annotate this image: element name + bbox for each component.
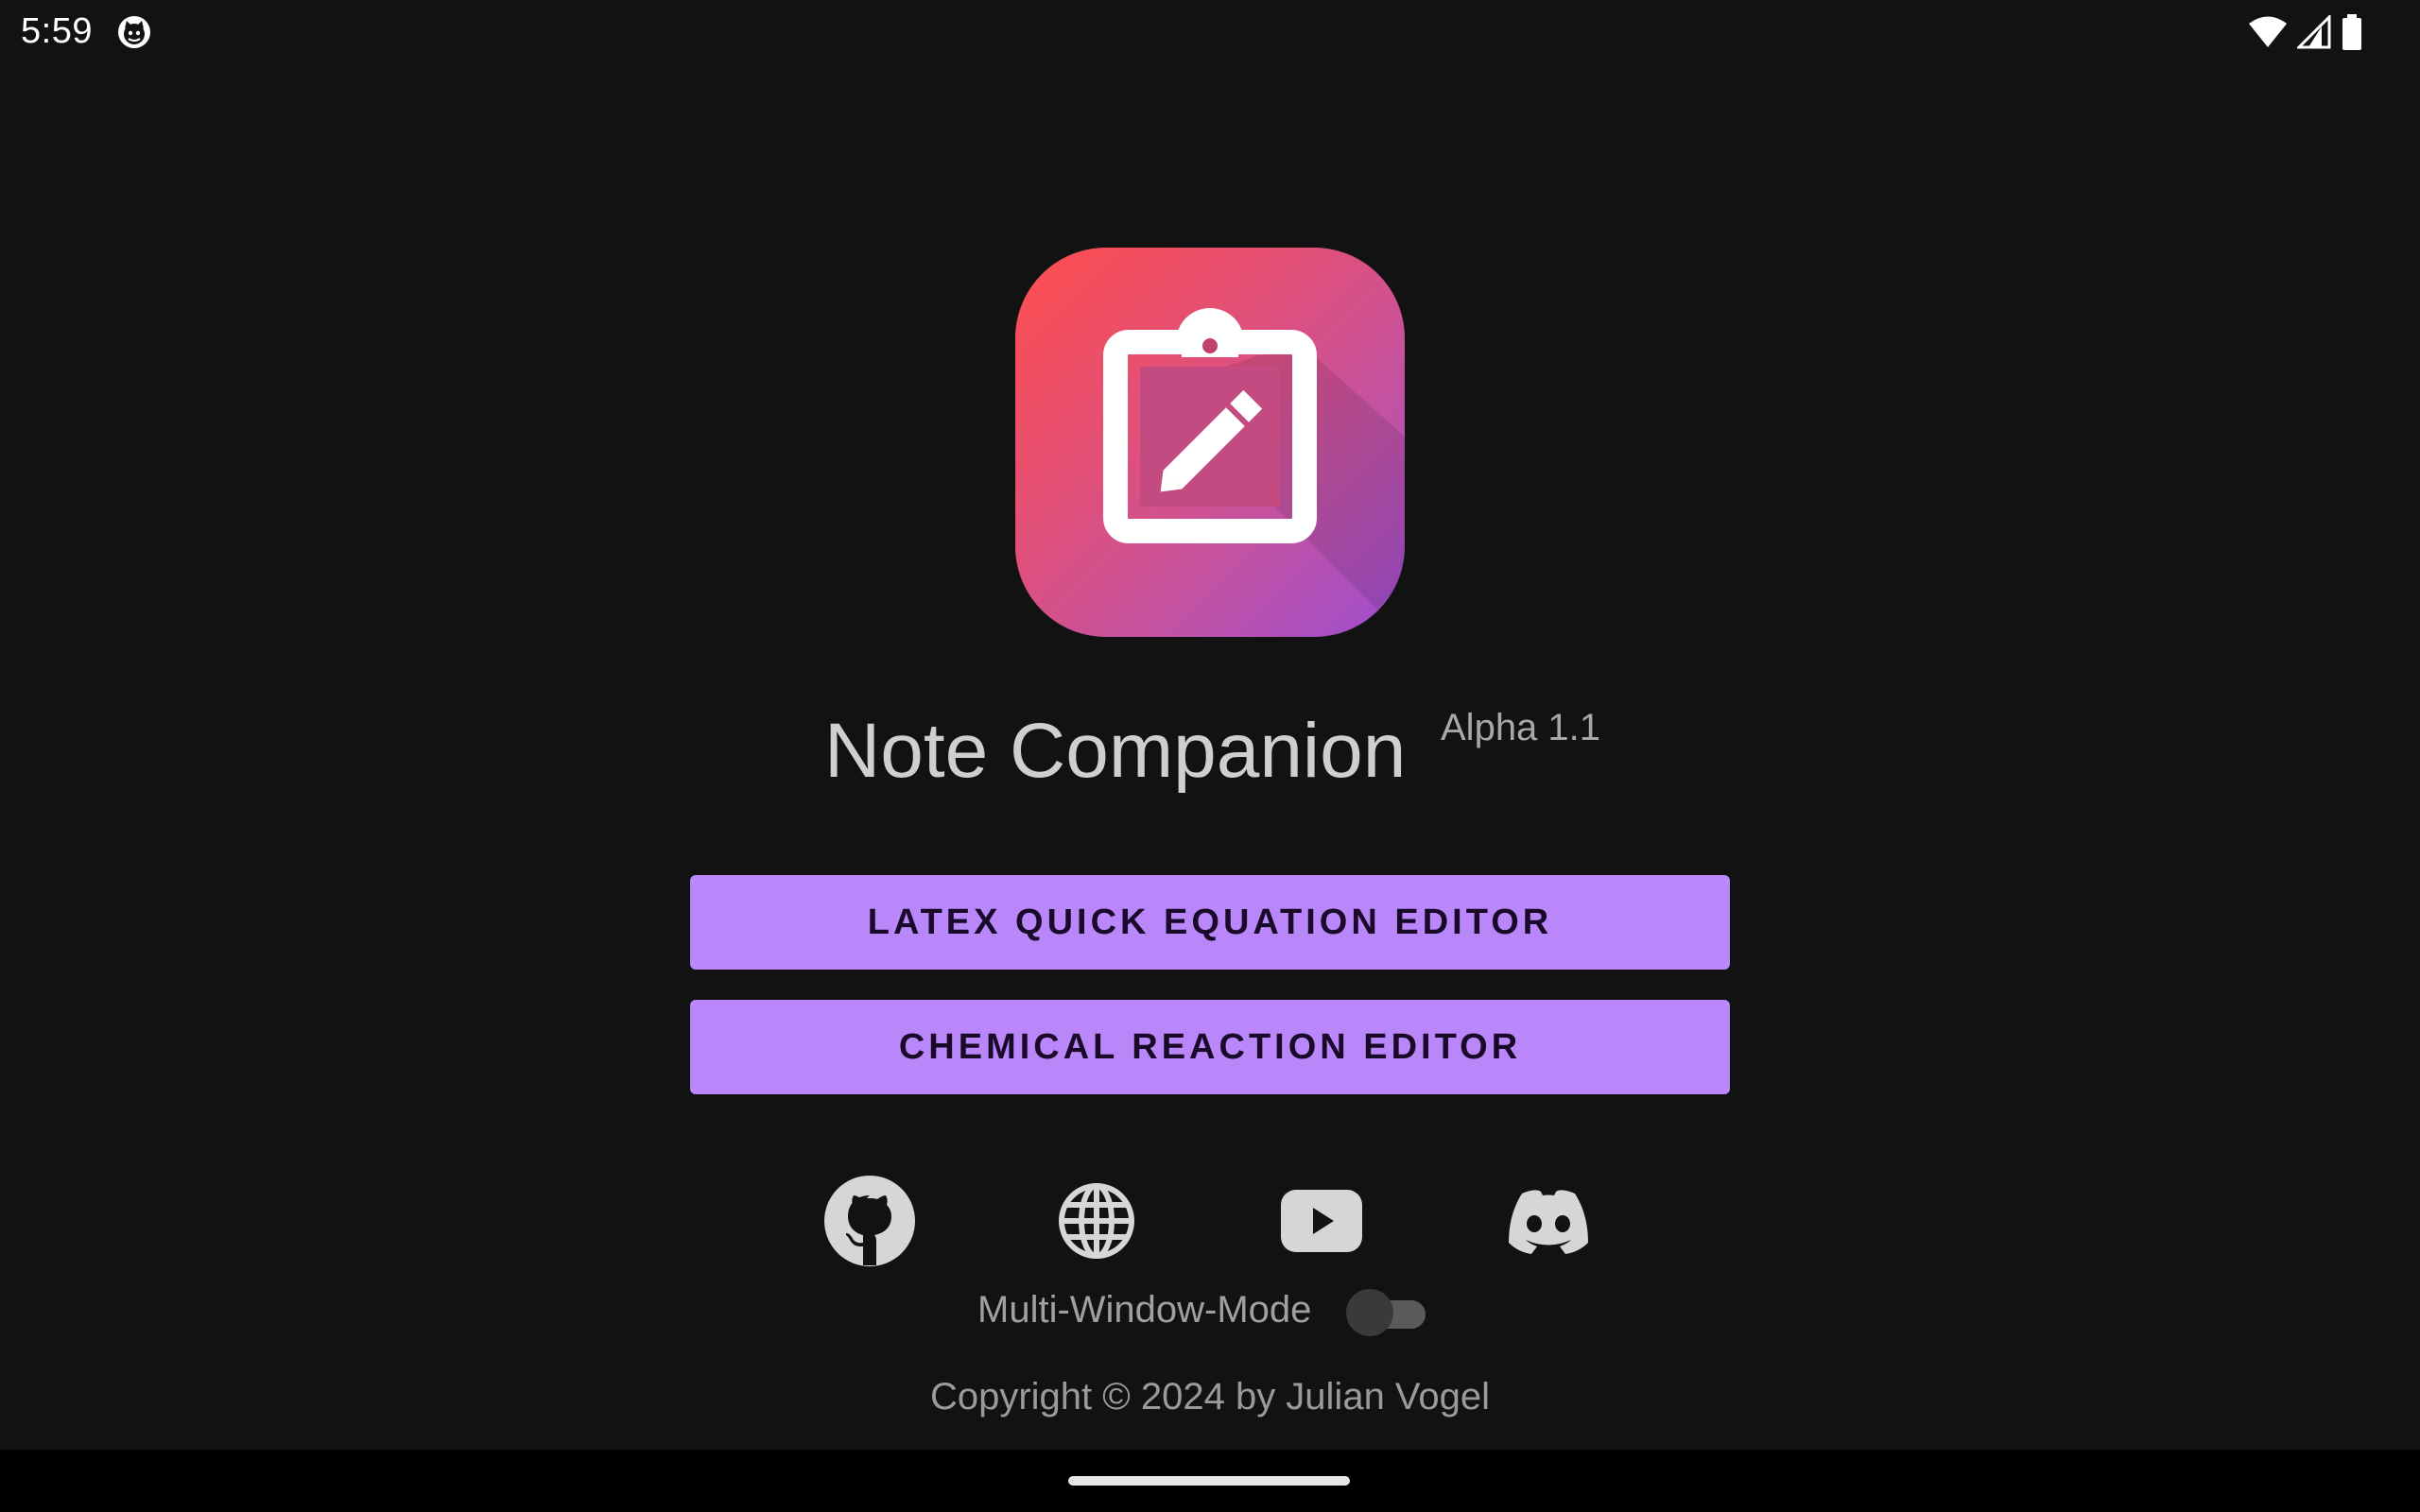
navigation-bar (0, 1450, 2420, 1512)
discord-icon[interactable] (1499, 1172, 1598, 1270)
battery-icon (2341, 14, 2363, 50)
social-links (0, 1172, 2420, 1270)
status-time: 5:59 (21, 11, 93, 51)
copyright-text: Copyright © 2024 by Julian Vogel (929, 1376, 1491, 1418)
wifi-icon (2248, 15, 2288, 49)
chemical-editor-button[interactable]: CHEMICAL REACTION EDITOR (690, 1000, 1730, 1094)
github-icon[interactable] (821, 1172, 919, 1270)
status-icons (2248, 13, 2363, 51)
globe-icon[interactable] (1047, 1172, 1146, 1270)
status-bar: 5:59 (0, 0, 2420, 62)
title-row: Note Companion Alpha 1.1 (0, 707, 2420, 811)
latex-editor-button[interactable]: LATEX QUICK EQUATION EDITOR (690, 875, 1730, 970)
youtube-icon[interactable] (1272, 1172, 1371, 1270)
app-version: Alpha 1.1 (1441, 707, 1601, 748)
screen: 5:59 Note Companion Alpha 1.1 LATEX QUIC… (0, 0, 2420, 1512)
multi-window-toggle[interactable] (1342, 1285, 1427, 1338)
home-gesture-handle[interactable] (1068, 1476, 1350, 1486)
app-logo (1015, 248, 1405, 637)
multi-window-label: Multi-Window-Mode (977, 1289, 1312, 1331)
android-cat-icon (115, 13, 153, 51)
clipboard-edit-icon (1103, 308, 1405, 637)
cell-signal-icon (2297, 15, 2331, 49)
app-title: Note Companion (824, 708, 1407, 794)
toggle-thumb (1346, 1289, 1393, 1336)
